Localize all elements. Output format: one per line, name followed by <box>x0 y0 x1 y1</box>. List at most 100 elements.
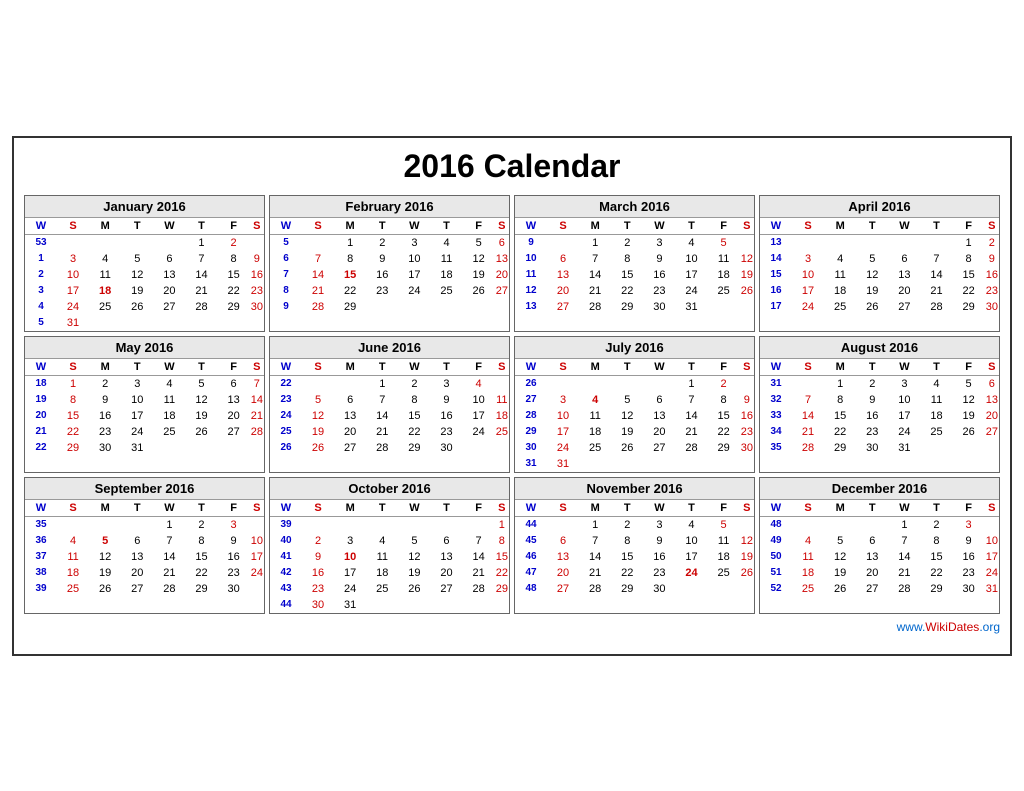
week-num: 34 <box>760 424 792 440</box>
day-cell <box>57 234 89 251</box>
week-num: 39 <box>270 516 302 533</box>
col-header-m: M <box>579 359 611 376</box>
week-num: 40 <box>270 533 302 549</box>
day-cell: 4 <box>675 516 707 533</box>
col-header-s: S <box>740 218 754 235</box>
day-cell: 9 <box>953 533 985 549</box>
day-cell: 2 <box>611 234 643 251</box>
col-header-t: T <box>675 359 707 376</box>
day-cell: 24 <box>888 424 920 440</box>
day-cell: 11 <box>430 251 462 267</box>
week-num: 33 <box>760 408 792 424</box>
day-cell: 15 <box>334 267 366 283</box>
week-num: 13 <box>760 234 792 251</box>
day-cell: 4 <box>675 234 707 251</box>
table-row: 1113141516171819 <box>515 267 754 283</box>
col-header-s: S <box>792 500 824 517</box>
week-num: 52 <box>760 581 792 597</box>
day-cell <box>708 299 740 315</box>
week-num: 13 <box>515 299 547 315</box>
day-cell: 14 <box>675 408 707 424</box>
day-cell: 24 <box>463 424 495 440</box>
day-cell: 23 <box>218 565 250 581</box>
week-num: 9 <box>270 299 302 315</box>
day-cell <box>708 456 740 472</box>
week-num: 23 <box>270 392 302 408</box>
day-cell: 18 <box>579 424 611 440</box>
day-cell: 5 <box>824 533 856 549</box>
day-cell: 3 <box>888 375 920 392</box>
day-cell: 22 <box>708 424 740 440</box>
day-cell: 23 <box>366 283 398 299</box>
day-cell: 29 <box>611 299 643 315</box>
table-row: 92829 <box>270 299 509 315</box>
table-row: 1510111213141516 <box>760 267 999 283</box>
day-cell: 8 <box>953 251 985 267</box>
day-cell: 22 <box>495 565 509 581</box>
day-cell: 14 <box>153 549 185 565</box>
day-cell <box>792 234 824 251</box>
day-cell: 2 <box>185 516 217 533</box>
col-header-w: W <box>25 218 57 235</box>
day-cell: 27 <box>218 424 250 440</box>
month-april-2016: April 2016WSMTWTFS1312143456789151011121… <box>759 195 1000 332</box>
table-row: 4720212223242526 <box>515 565 754 581</box>
day-cell: 24 <box>675 283 707 299</box>
day-cell: 18 <box>366 565 398 581</box>
day-cell <box>463 597 495 613</box>
day-cell: 3 <box>643 516 675 533</box>
day-cell: 30 <box>953 581 985 597</box>
table-row: 419101112131415 <box>270 549 509 565</box>
day-cell: 10 <box>398 251 430 267</box>
table-row: 132728293031 <box>515 299 754 315</box>
col-header-s: S <box>495 500 509 517</box>
week-num: 31 <box>515 456 547 472</box>
day-cell: 21 <box>250 408 264 424</box>
day-cell <box>792 375 824 392</box>
day-cell: 27 <box>430 581 462 597</box>
day-cell: 20 <box>547 283 579 299</box>
day-cell: 27 <box>547 299 579 315</box>
day-cell: 25 <box>89 299 121 315</box>
day-cell <box>824 516 856 533</box>
day-cell: 29 <box>495 581 509 597</box>
week-num: 1 <box>25 251 57 267</box>
day-cell: 16 <box>430 408 462 424</box>
day-cell: 8 <box>920 533 952 549</box>
day-cell: 2 <box>611 516 643 533</box>
day-cell <box>57 516 89 533</box>
week-num: 24 <box>270 408 302 424</box>
day-cell <box>334 375 366 392</box>
day-cell: 28 <box>463 581 495 597</box>
day-cell <box>218 315 250 331</box>
day-cell: 5 <box>463 234 495 251</box>
col-header-w: W <box>888 359 920 376</box>
week-num: 31 <box>760 375 792 392</box>
day-cell: 8 <box>398 392 430 408</box>
day-cell: 21 <box>153 565 185 581</box>
day-cell: 4 <box>366 533 398 549</box>
col-header-w: W <box>25 500 57 517</box>
col-header-f: F <box>463 359 495 376</box>
day-cell: 28 <box>888 581 920 597</box>
month-table: WSMTWTFS22123423567891011241213141516171… <box>270 359 509 456</box>
col-header-s: S <box>250 359 264 376</box>
col-header-s: S <box>57 500 89 517</box>
month-title: January 2016 <box>25 196 264 218</box>
day-cell: 19 <box>856 283 888 299</box>
day-cell: 24 <box>334 581 366 597</box>
table-row: 2917181920212223 <box>515 424 754 440</box>
day-cell: 27 <box>495 283 509 299</box>
day-cell <box>366 299 398 315</box>
col-header-w: W <box>643 500 675 517</box>
day-cell <box>89 315 121 331</box>
day-cell: 20 <box>430 565 462 581</box>
day-cell: 16 <box>366 267 398 283</box>
day-cell <box>185 440 217 456</box>
col-header-t: T <box>430 500 462 517</box>
table-row: 39252627282930 <box>25 581 264 597</box>
table-row: 3278910111213 <box>760 392 999 408</box>
week-num: 48 <box>760 516 792 533</box>
day-cell: 24 <box>398 283 430 299</box>
week-num: 22 <box>25 440 57 456</box>
